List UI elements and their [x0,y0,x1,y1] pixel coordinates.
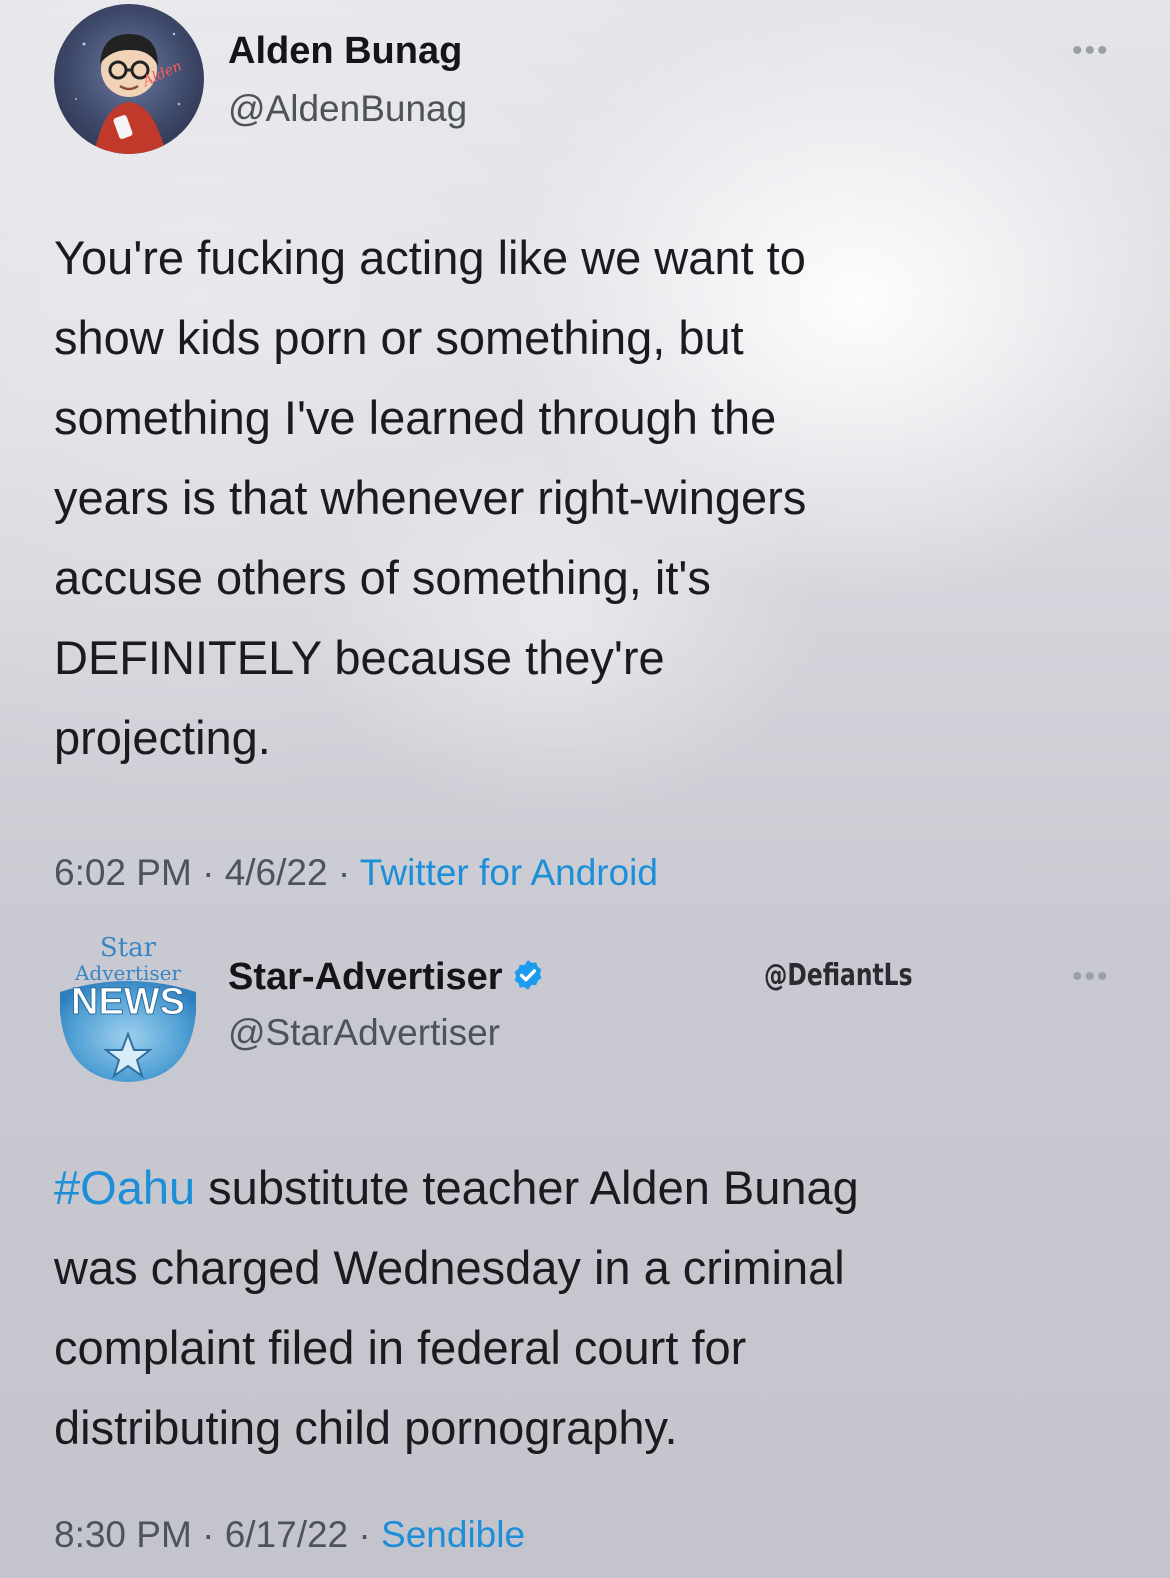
meta-separator: · [337,852,351,893]
avatar[interactable]: Star Advertiser NEWS [50,930,206,1086]
tweet-text-line: show kids porn or something, but [54,311,744,364]
verified-badge-icon [514,960,541,990]
tweet-date[interactable]: 6/17/22 [225,1514,348,1555]
tweet-text: You're fucking acting like we want to sh… [54,218,1124,778]
tweet-source[interactable]: Twitter for Android [360,852,658,893]
more-dots-icon[interactable]: ••• [1072,34,1110,68]
tweet-star-advertiser: Star Advertiser NEWS Star-Advertiser @St… [0,920,1170,1578]
display-name[interactable]: Star-Advertiser [228,956,545,999]
tweet-text-line: projecting. [54,711,271,764]
meta-separator: · [202,852,215,893]
display-name-text[interactable]: Star-Advertiser [228,956,503,998]
star-advertiser-logo: Star Advertiser NEWS [60,933,196,1082]
tweet-meta: 8:30 PM · 6/17/22 · Sendible [54,1514,525,1556]
tweet-date[interactable]: 4/6/22 [225,852,328,893]
more-dots-icon[interactable]: ••• [1072,960,1110,994]
logo-line-1: Star [100,933,157,963]
tweet-text-line: You're fucking acting like we want to [54,231,806,284]
logo-line-3: NEWS [71,981,185,1023]
user-handle[interactable]: @AldenBunag [228,88,467,130]
tweet-text-line: distributing child pornography. [54,1401,678,1454]
avatar[interactable]: Alden [54,4,204,154]
meta-separator: · [358,1514,371,1555]
hashtag-link[interactable]: #Oahu [54,1161,195,1214]
tweet-text-segment: substitute teacher Alden Bunag [195,1161,859,1214]
tweet-time[interactable]: 8:30 PM [54,1514,192,1555]
tweet-alden-bunag: Alden Alden Bunag @AldenBunag ••• You're… [0,0,1170,920]
tweet-text-line: something I've learned through the [54,391,777,444]
tweet-text-line: was charged Wednesday in a criminal [54,1241,845,1294]
tweet-text-line: DEFINITELY because they're [54,631,665,684]
tweet-text-line: years is that whenever right-wingers [54,471,807,524]
tweet-text: #Oahu substitute teacher Alden Bunag was… [54,1148,1124,1468]
display-name[interactable]: Alden Bunag [228,30,462,73]
tweet-text-line: accuse others of something, it's [54,551,711,604]
watermark: @DefiantLs [764,958,913,993]
tweet-source[interactable]: Sendible [381,1514,525,1555]
user-handle[interactable]: @StarAdvertiser [228,1012,500,1054]
tweet-text-line: complaint filed in federal court for [54,1321,747,1374]
meta-separator: · [202,1514,215,1555]
tweet-time[interactable]: 6:02 PM [54,852,192,893]
tweet-text-line: #Oahu substitute teacher Alden Bunag [54,1148,1124,1228]
avatar-illustration [75,32,181,154]
tweet-meta: 6:02 PM · 4/6/22 · Twitter for Android [54,852,658,894]
